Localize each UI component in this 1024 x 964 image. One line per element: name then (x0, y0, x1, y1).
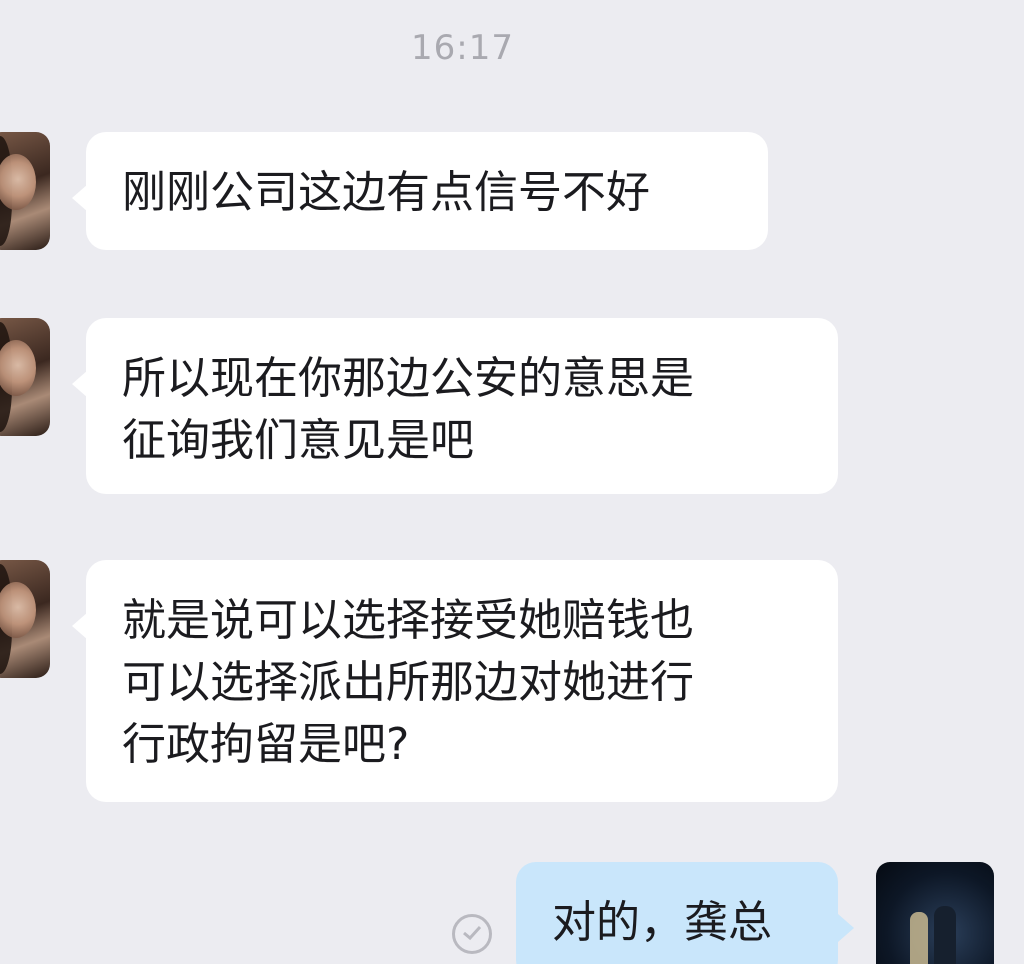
user-avatar[interactable] (876, 862, 994, 964)
contact-avatar[interactable] (0, 318, 50, 436)
outgoing-message-bubble[interactable]: 对的，龚总 (516, 862, 854, 964)
incoming-message-bubble[interactable]: 就是说可以选择接受她赔钱也 可以选择派出所那边对她进行 行政拘留是吧? (72, 560, 838, 802)
chat-conversation: 16:17 刚刚公司这边有点信号不好 所以现在你那边公安的意思是 征询我们意见是… (0, 0, 1024, 964)
message-text: 刚刚公司这边有点信号不好 (122, 167, 650, 218)
check-circle-icon (452, 914, 492, 954)
message-timestamp: 16:17 (411, 28, 514, 68)
message-text: 可以选择派出所那边对她进行 (122, 657, 694, 708)
message-text: 对的，龚总 (552, 897, 772, 948)
message-text: 所以现在你那边公安的意思是 (122, 353, 694, 404)
contact-avatar[interactable] (0, 560, 50, 678)
message-text: 行政拘留是吧? (122, 719, 410, 770)
incoming-message-bubble[interactable]: 所以现在你那边公安的意思是 征询我们意见是吧 (72, 318, 838, 494)
contact-avatar[interactable] (0, 132, 50, 250)
message-text: 就是说可以选择接受她赔钱也 (122, 595, 694, 646)
message-text: 征询我们意见是吧 (122, 415, 474, 466)
incoming-message-bubble[interactable]: 刚刚公司这边有点信号不好 (72, 132, 768, 250)
